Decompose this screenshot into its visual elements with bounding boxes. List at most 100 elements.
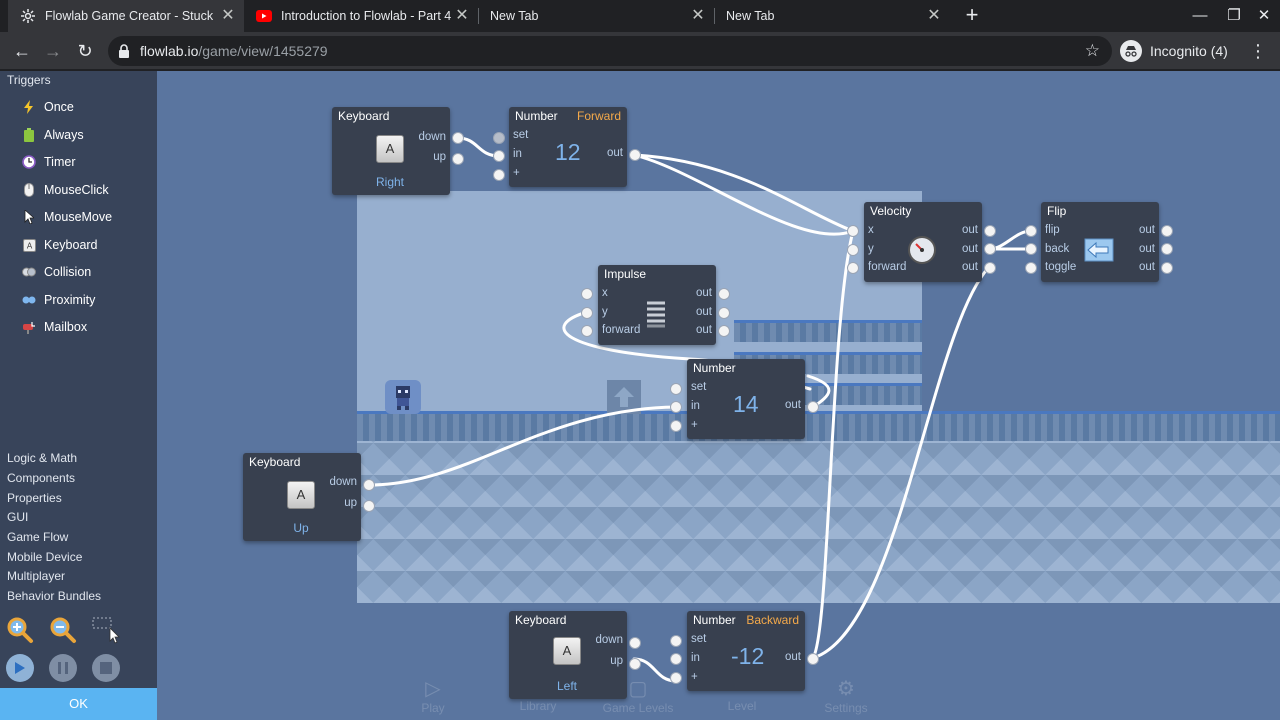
node-title: Keyboard xyxy=(338,109,390,123)
footer-tab-play[interactable]: ▷ Play xyxy=(413,676,453,715)
footer-tab-label: Library xyxy=(519,699,557,713)
trigger-once[interactable]: Once xyxy=(22,97,74,117)
zoom-in-icon[interactable] xyxy=(6,616,34,644)
tab-youtube[interactable]: Introduction to Flowlab - Part 4 - ✕ xyxy=(244,0,478,32)
output-label: out xyxy=(962,261,978,273)
reload-button[interactable]: ↻ xyxy=(73,39,97,63)
input-port[interactable] xyxy=(493,132,505,144)
speedometer-icon xyxy=(907,235,937,270)
footer-tab-settings[interactable]: ⚙ Settings xyxy=(820,676,872,715)
category-gui[interactable]: GUI xyxy=(7,510,28,524)
keyboard-up-node[interactable]: Keyboard A Up down up xyxy=(243,453,361,541)
output-port[interactable] xyxy=(718,325,730,337)
keyboard-right-node[interactable]: Keyboard A Right down up xyxy=(332,107,450,195)
trigger-mousemove[interactable]: MouseMove xyxy=(22,207,112,227)
impulse-node[interactable]: Impulse x y forward out out out xyxy=(598,265,716,345)
output-port[interactable] xyxy=(629,658,641,670)
close-tab-icon[interactable]: ✕ xyxy=(220,8,236,24)
input-port[interactable] xyxy=(670,420,682,432)
output-port[interactable] xyxy=(363,500,375,512)
bookmark-star-icon[interactable]: ☆ xyxy=(1085,41,1100,61)
input-port[interactable] xyxy=(493,150,505,162)
select-box-icon[interactable] xyxy=(92,616,120,644)
trigger-always[interactable]: Always xyxy=(22,125,84,145)
tab-new-2[interactable]: New Tab ✕ xyxy=(714,0,950,32)
output-port[interactable] xyxy=(629,637,641,649)
back-button[interactable]: ← xyxy=(10,39,34,63)
trigger-timer[interactable]: Timer xyxy=(22,152,75,172)
trigger-mouseclick[interactable]: MouseClick xyxy=(22,180,109,200)
trigger-mailbox[interactable]: Mailbox xyxy=(22,317,87,337)
output-label: out xyxy=(785,651,801,663)
input-port[interactable] xyxy=(670,635,682,647)
input-port[interactable] xyxy=(1025,262,1037,274)
input-port[interactable] xyxy=(670,383,682,395)
input-port[interactable] xyxy=(581,325,593,337)
address-bar[interactable]: flowlab.io/game/view/1455279 ☆ xyxy=(108,36,1112,66)
forward-button[interactable]: → xyxy=(41,39,65,63)
input-port[interactable] xyxy=(847,225,859,237)
footer-tab-level[interactable]: Level xyxy=(722,676,762,713)
close-tab-icon[interactable]: ✕ xyxy=(926,8,942,24)
category-properties[interactable]: Properties xyxy=(7,491,62,505)
output-port[interactable] xyxy=(1161,225,1173,237)
close-tab-icon[interactable]: ✕ xyxy=(454,8,470,24)
input-port[interactable] xyxy=(847,262,859,274)
trigger-proximity[interactable]: Proximity xyxy=(22,290,95,310)
menu-icon[interactable]: ⋮ xyxy=(1248,39,1268,63)
output-port[interactable] xyxy=(629,149,641,161)
tab-flowlab[interactable]: Flowlab Game Creator - Stuck ✕ xyxy=(8,0,244,32)
velocity-node[interactable]: Velocity x y forward out out out xyxy=(864,202,982,282)
output-port[interactable] xyxy=(984,262,996,274)
input-port[interactable] xyxy=(847,244,859,256)
input-port[interactable] xyxy=(1025,225,1037,237)
tab-new-1[interactable]: New Tab ✕ xyxy=(478,0,714,32)
output-port[interactable] xyxy=(1161,243,1173,255)
restore-button[interactable]: ❐ xyxy=(1224,6,1244,26)
input-port[interactable] xyxy=(670,653,682,665)
input-port[interactable] xyxy=(1025,243,1037,255)
category-mobile-device[interactable]: Mobile Device xyxy=(7,550,82,564)
stop-button[interactable] xyxy=(92,654,120,682)
node-title: Impulse xyxy=(604,267,647,281)
play-button[interactable] xyxy=(6,654,34,682)
minimize-button[interactable]: — xyxy=(1190,6,1210,26)
number-forward-node[interactable]: Number Forward set in + 12 out xyxy=(509,107,627,187)
trigger-label: Always xyxy=(44,128,84,142)
output-port[interactable] xyxy=(718,288,730,300)
flip-node[interactable]: Flip flip back toggle out out out xyxy=(1041,202,1159,282)
output-port[interactable] xyxy=(452,153,464,165)
zoom-out-icon[interactable] xyxy=(49,616,77,644)
new-tab-button[interactable]: + xyxy=(960,4,984,28)
input-port[interactable] xyxy=(493,169,505,181)
arrow-block-sprite[interactable] xyxy=(607,380,641,414)
player-sprite[interactable] xyxy=(385,380,421,414)
category-components[interactable]: Components xyxy=(7,471,75,485)
number-jump-node[interactable]: Number set in + 14 out xyxy=(687,359,805,439)
input-port[interactable] xyxy=(581,307,593,319)
output-port[interactable] xyxy=(807,401,819,413)
input-label: forward xyxy=(868,261,907,273)
trigger-collision[interactable]: Collision xyxy=(22,262,91,282)
input-port[interactable] xyxy=(670,401,682,413)
footer-tab-game-levels[interactable]: ▢ Game Levels xyxy=(600,676,676,715)
incognito-profile[interactable]: Incognito (4) xyxy=(1120,38,1228,64)
category-game-flow[interactable]: Game Flow xyxy=(7,530,68,544)
category-multiplayer[interactable]: Multiplayer xyxy=(7,569,65,583)
output-port[interactable] xyxy=(718,307,730,319)
output-port[interactable] xyxy=(984,243,996,255)
output-port[interactable] xyxy=(1161,262,1173,274)
ok-button[interactable]: OK xyxy=(0,688,157,720)
pause-button[interactable] xyxy=(49,654,77,682)
close-tab-icon[interactable]: ✕ xyxy=(690,8,706,24)
output-port[interactable] xyxy=(363,479,375,491)
input-port[interactable] xyxy=(581,288,593,300)
category-behavior-bundles[interactable]: Behavior Bundles xyxy=(7,589,101,603)
category-logic-math[interactable]: Logic & Math xyxy=(7,451,77,465)
output-port[interactable] xyxy=(807,653,819,665)
output-port[interactable] xyxy=(984,225,996,237)
trigger-keyboard[interactable]: A Keyboard xyxy=(22,235,98,255)
footer-tab-library[interactable]: Library xyxy=(510,676,566,713)
output-port[interactable] xyxy=(452,132,464,144)
close-window-button[interactable]: ✕ xyxy=(1254,6,1274,26)
